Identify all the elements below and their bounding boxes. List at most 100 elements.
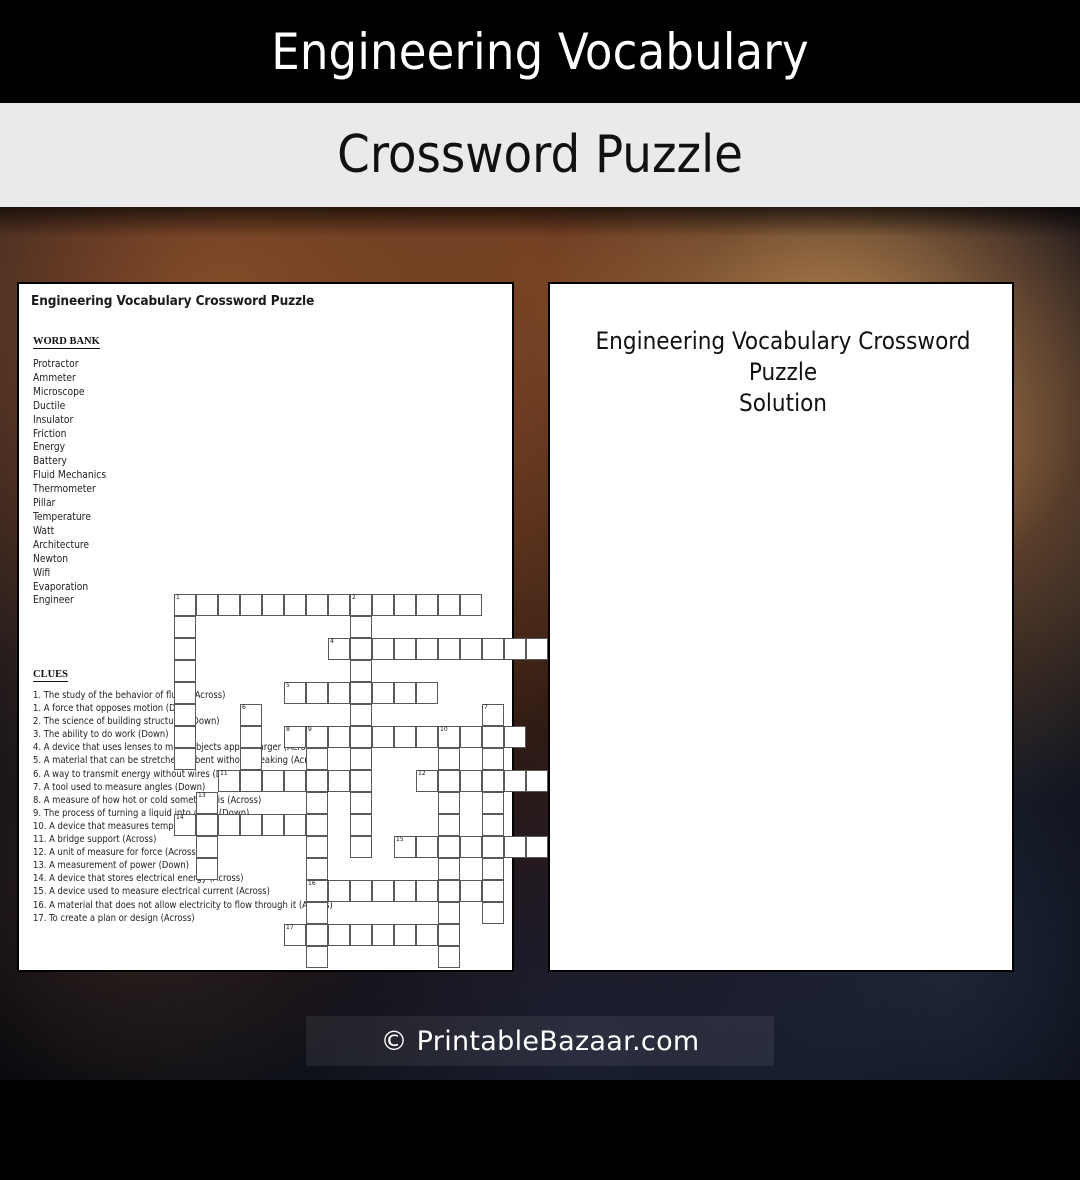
crossword-cell[interactable]: [438, 748, 460, 770]
crossword-cell[interactable]: [174, 726, 196, 748]
crossword-cell[interactable]: [350, 836, 372, 858]
crossword-cell[interactable]: [416, 594, 438, 616]
crossword-cell[interactable]: [328, 924, 350, 946]
crossword-cell[interactable]: 5: [284, 682, 306, 704]
crossword-cell[interactable]: [350, 924, 372, 946]
crossword-cell[interactable]: [306, 748, 328, 770]
crossword-cell[interactable]: 15: [394, 836, 416, 858]
crossword-cell[interactable]: [394, 726, 416, 748]
crossword-cell[interactable]: [438, 924, 460, 946]
crossword-cell[interactable]: [306, 924, 328, 946]
crossword-cell[interactable]: [306, 792, 328, 814]
crossword-cell[interactable]: [460, 836, 482, 858]
crossword-cell[interactable]: [174, 682, 196, 704]
crossword-cell[interactable]: [482, 726, 504, 748]
crossword-cell[interactable]: [328, 880, 350, 902]
crossword-cell[interactable]: [174, 748, 196, 770]
crossword-cell[interactable]: [240, 594, 262, 616]
crossword-cell[interactable]: [240, 770, 262, 792]
crossword-cell[interactable]: [438, 594, 460, 616]
crossword-cell[interactable]: [328, 726, 350, 748]
crossword-cell[interactable]: [240, 814, 262, 836]
crossword-cell[interactable]: [416, 836, 438, 858]
crossword-cell[interactable]: [460, 594, 482, 616]
crossword-cell[interactable]: [504, 726, 526, 748]
crossword-cell[interactable]: [416, 638, 438, 660]
crossword-cell[interactable]: [306, 682, 328, 704]
crossword-cell[interactable]: [174, 704, 196, 726]
crossword-cell[interactable]: [306, 836, 328, 858]
crossword-cell[interactable]: [526, 770, 548, 792]
crossword-cell[interactable]: 10: [438, 726, 460, 748]
crossword-cell[interactable]: [416, 880, 438, 902]
crossword-cell[interactable]: [262, 594, 284, 616]
crossword-cell[interactable]: [438, 880, 460, 902]
crossword-cell[interactable]: [372, 880, 394, 902]
crossword-cell[interactable]: [218, 594, 240, 616]
crossword-cell[interactable]: 12: [416, 770, 438, 792]
crossword-cell[interactable]: [526, 638, 548, 660]
crossword-cell[interactable]: [438, 814, 460, 836]
crossword-cell[interactable]: [372, 682, 394, 704]
crossword-cell[interactable]: [416, 924, 438, 946]
crossword-cell[interactable]: 6: [240, 704, 262, 726]
crossword-cell[interactable]: [350, 726, 372, 748]
crossword-cell[interactable]: [306, 770, 328, 792]
crossword-cell[interactable]: [394, 880, 416, 902]
crossword-cell[interactable]: [482, 770, 504, 792]
crossword-cell[interactable]: [460, 880, 482, 902]
crossword-cell[interactable]: [306, 594, 328, 616]
crossword-cell[interactable]: [306, 946, 328, 968]
crossword-cell[interactable]: [482, 638, 504, 660]
crossword-cell[interactable]: 17: [284, 924, 306, 946]
crossword-cell[interactable]: [438, 946, 460, 968]
crossword-cell[interactable]: [306, 814, 328, 836]
crossword-cell[interactable]: [284, 814, 306, 836]
crossword-cell[interactable]: 8: [284, 726, 306, 748]
crossword-cell[interactable]: [350, 704, 372, 726]
crossword-cell[interactable]: [196, 594, 218, 616]
crossword-cell[interactable]: [416, 682, 438, 704]
crossword-cell[interactable]: [372, 638, 394, 660]
crossword-cell[interactable]: [350, 638, 372, 660]
crossword-cell[interactable]: 2: [350, 594, 372, 616]
crossword-cell[interactable]: [372, 594, 394, 616]
crossword-cell[interactable]: [482, 748, 504, 770]
crossword-cell[interactable]: 1: [174, 594, 196, 616]
crossword-cell[interactable]: [350, 792, 372, 814]
crossword-cell[interactable]: [350, 770, 372, 792]
crossword-cell[interactable]: [372, 726, 394, 748]
crossword-cell[interactable]: [416, 726, 438, 748]
crossword-cell[interactable]: [460, 638, 482, 660]
crossword-cell[interactable]: [460, 726, 482, 748]
crossword-cell[interactable]: 11: [218, 770, 240, 792]
crossword-cell[interactable]: [350, 880, 372, 902]
crossword-cell[interactable]: [438, 770, 460, 792]
crossword-cell[interactable]: [196, 814, 218, 836]
crossword-cell[interactable]: [438, 902, 460, 924]
crossword-cell[interactable]: [482, 792, 504, 814]
crossword-cell[interactable]: [174, 616, 196, 638]
crossword-cell[interactable]: [262, 770, 284, 792]
crossword-cell[interactable]: [240, 748, 262, 770]
crossword-cell[interactable]: [482, 836, 504, 858]
crossword-cell[interactable]: [240, 726, 262, 748]
crossword-cell[interactable]: 16: [306, 880, 328, 902]
crossword-cell[interactable]: [306, 858, 328, 880]
crossword-cell[interactable]: [284, 594, 306, 616]
crossword-cell[interactable]: [196, 858, 218, 880]
crossword-cell[interactable]: [262, 814, 284, 836]
crossword-cell[interactable]: 14: [174, 814, 196, 836]
crossword-cell[interactable]: [438, 858, 460, 880]
crossword-cell[interactable]: [372, 924, 394, 946]
crossword-cell[interactable]: [394, 682, 416, 704]
crossword-cell[interactable]: [504, 836, 526, 858]
crossword-cell[interactable]: [350, 660, 372, 682]
crossword-cell[interactable]: [482, 880, 504, 902]
crossword-cell[interactable]: [482, 902, 504, 924]
crossword-cell[interactable]: [504, 770, 526, 792]
crossword-cell[interactable]: [350, 682, 372, 704]
crossword-cell[interactable]: 4: [328, 638, 350, 660]
crossword-cell[interactable]: [196, 836, 218, 858]
crossword-cell[interactable]: [350, 616, 372, 638]
